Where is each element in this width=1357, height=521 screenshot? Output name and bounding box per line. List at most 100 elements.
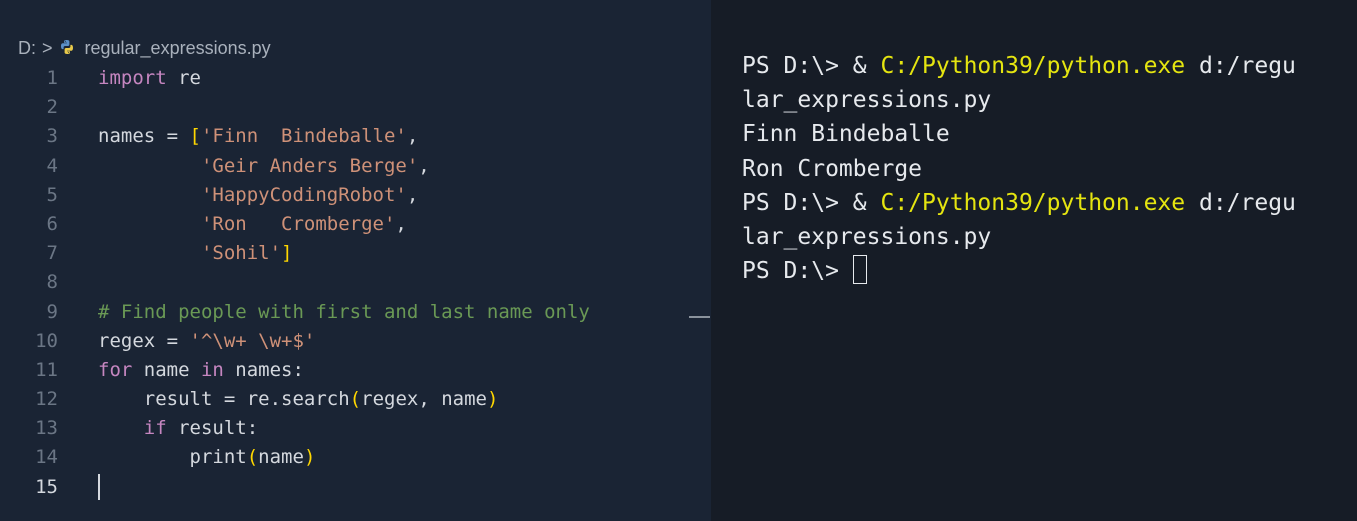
- code-token: 'Ron Cromberge': [200, 212, 396, 235]
- pane-resize-handle[interactable]: [689, 316, 710, 318]
- code-token: 'Sohil': [200, 242, 282, 265]
- line-number: 15: [35, 475, 58, 498]
- terminal-text: lar_expressions.py: [742, 223, 992, 250]
- terminal-line: lar_expressions.py: [742, 220, 1352, 254]
- code-line[interactable]: 7 'Sohil']: [0, 239, 711, 268]
- code-line[interactable]: 6 'Ron Cromberge',: [0, 210, 711, 239]
- terminal-text: PS D:\> &: [742, 53, 881, 79]
- code-text[interactable]: print(name): [58, 443, 316, 472]
- code-text[interactable]: 'HappyCodingRobot',: [58, 181, 418, 210]
- code-text[interactable]: result = re.search(regex, name): [58, 385, 499, 414]
- line-number: 10: [35, 329, 58, 352]
- code-token: 'Finn Bindeballe': [200, 125, 407, 148]
- code-token: regex =: [98, 329, 190, 352]
- code-token: ): [486, 388, 499, 411]
- terminal-line: PS D:\>: [742, 254, 1352, 288]
- code-text[interactable]: # Find people with first and last name o…: [58, 298, 590, 327]
- code-token: if: [143, 417, 167, 440]
- code-token: in: [200, 358, 224, 381]
- code-token: names:: [223, 358, 304, 381]
- code-line[interactable]: 13 if result:: [0, 414, 711, 443]
- chevron-right-icon: >: [42, 37, 53, 58]
- code-token: name: [258, 446, 304, 469]
- terminal-line: PS D:\> & C:/Python39/python.exe d:/regu: [742, 186, 1352, 220]
- terminal-text: Ron Cromberge: [742, 155, 923, 182]
- code-line[interactable]: 10 regex = '^\w+ \w+$': [0, 327, 711, 356]
- code-token: regex, name: [361, 388, 487, 411]
- code-token: print: [98, 446, 247, 469]
- code-token: for: [98, 358, 133, 381]
- line-number: 8: [46, 271, 58, 294]
- line-number: 4: [46, 154, 58, 177]
- line-number: 1: [46, 67, 58, 89]
- line-number: 13: [35, 417, 58, 440]
- code-text[interactable]: [58, 93, 98, 122]
- code-token: ,: [406, 125, 419, 148]
- terminal-text: Finn Bindeballe: [742, 121, 950, 148]
- line-number: 12: [35, 388, 58, 411]
- code-text[interactable]: regex = '^\w+ \w+$': [58, 327, 315, 356]
- code-text[interactable]: if result:: [58, 414, 258, 443]
- code-token: '^\w+ \w+$': [189, 329, 316, 352]
- code-text[interactable]: [58, 268, 98, 297]
- terminal-text: lar_expressions.py: [742, 87, 992, 114]
- line-number: 11: [35, 358, 58, 381]
- code-text[interactable]: import re: [58, 64, 201, 93]
- code-token: names =: [98, 125, 190, 148]
- code-token: (: [246, 446, 259, 469]
- code-line[interactable]: 14 print(name): [0, 443, 711, 472]
- code-line[interactable]: 8: [0, 268, 711, 297]
- code-line[interactable]: 3 names = ['Finn Bindeballe',: [0, 122, 711, 151]
- code-text[interactable]: for name in names:: [58, 356, 304, 385]
- code-token: result = re.search: [98, 388, 350, 411]
- code-line[interactable]: 5 'HappyCodingRobot',: [0, 181, 711, 210]
- code-text[interactable]: 'Sohil']: [58, 239, 293, 268]
- terminal-line: Finn Bindeballe: [742, 117, 1352, 151]
- code-text[interactable]: [58, 473, 100, 502]
- code-token: ): [303, 446, 316, 469]
- terminal-text: d:/regu: [1185, 189, 1296, 216]
- code-line[interactable]: 1 import re: [0, 64, 711, 93]
- code-token: 'Geir Anders Berge': [200, 154, 419, 177]
- code-token: result:: [166, 417, 259, 440]
- terminal-text: PS D:\>: [742, 258, 853, 285]
- terminal-line: Ron Cromberge: [742, 152, 1352, 186]
- code-editor-pane[interactable]: D: > regular_expressions.py 1 import re 2 3…: [0, 0, 711, 521]
- code-token: 'HappyCodingRobot': [200, 183, 407, 206]
- terminal-text: PS D:\> &: [742, 189, 881, 216]
- terminal-output: PS D:\> & C:/Python39/python.exe d:/regu…: [742, 49, 1352, 288]
- breadcrumb-file[interactable]: regular_expressions.py: [85, 38, 271, 59]
- terminal-line: lar_expressions.py: [742, 83, 1352, 117]
- code-text[interactable]: names = ['Finn Bindeballe',: [58, 122, 418, 151]
- code-token: # Find people with first and last name o…: [98, 300, 590, 323]
- terminal-pane[interactable]: PS D:\> & C:/Python39/python.exe d:/regu…: [711, 0, 1357, 521]
- code-token: ,: [406, 183, 419, 206]
- code-token: ,: [418, 154, 430, 177]
- code-token: name: [132, 358, 201, 381]
- code-line[interactable]: 4 'Geir Anders Berge',: [0, 152, 711, 181]
- code-line[interactable]: 9 # Find people with first and last name …: [0, 298, 711, 327]
- code-token: ]: [281, 242, 293, 265]
- breadcrumb-drive[interactable]: D:: [18, 38, 36, 59]
- code-token: [: [189, 125, 201, 148]
- breadcrumb: D: > regular_expressions.py: [18, 36, 271, 60]
- code-token: re: [166, 67, 201, 89]
- line-number: 5: [46, 183, 58, 206]
- terminal-line: PS D:\> & C:/Python39/python.exe d:/regu: [742, 49, 1352, 83]
- code-text[interactable]: 'Ron Cromberge',: [58, 210, 407, 239]
- code-text[interactable]: 'Geir Anders Berge',: [58, 152, 430, 181]
- code-line[interactable]: 15: [0, 473, 711, 502]
- code-lines[interactable]: 1 import re 2 3 names = ['Finn Bindeballe', 4…: [0, 64, 711, 502]
- line-number: 6: [46, 212, 58, 235]
- code-token: ,: [395, 212, 407, 235]
- code-line[interactable]: 12 result = re.search(regex, name): [0, 385, 711, 414]
- code-line[interactable]: 11 for name in names:: [0, 356, 711, 385]
- terminal-cursor[interactable]: [852, 255, 867, 285]
- terminal-text: d:/regu: [1185, 53, 1296, 79]
- code-line[interactable]: 2: [0, 93, 711, 122]
